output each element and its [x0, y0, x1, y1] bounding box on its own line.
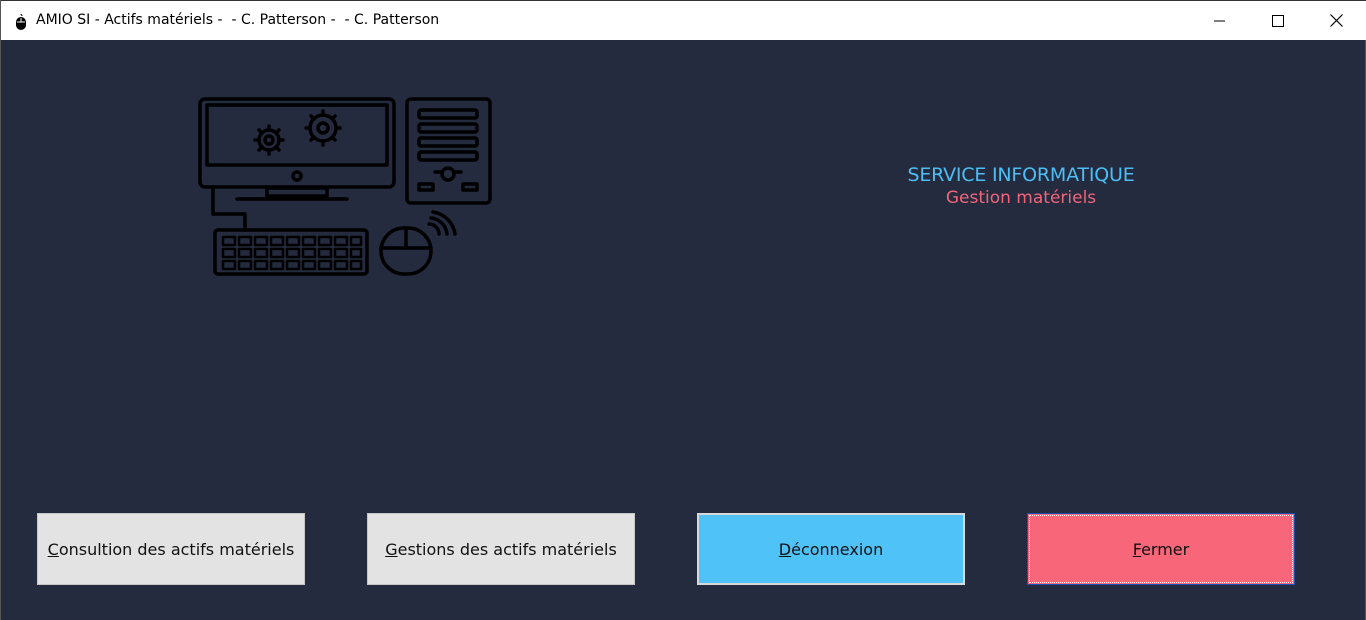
title-bar[interactable]: AMIO SI - Actifs matériels - - C. Patter…: [1, 0, 1366, 40]
gestion-button[interactable]: Gestions des actifs matériels: [367, 513, 635, 585]
minimize-icon: [1214, 20, 1225, 21]
computer-workstation-icon: [198, 97, 492, 276]
fermer-accel: F: [1132, 539, 1142, 559]
fermer-button[interactable]: Fermer: [1027, 513, 1295, 585]
consultation-label: onsultion des actifs matériels: [58, 539, 295, 559]
maximize-icon: [1272, 14, 1284, 27]
gestion-label: estions des actifs matériels: [397, 539, 617, 559]
deconnexion-button[interactable]: Déconnexion: [697, 513, 965, 585]
gestion-accel: G: [385, 539, 398, 559]
minimize-button[interactable]: [1191, 1, 1249, 40]
close-window-button[interactable]: [1307, 1, 1365, 40]
deconnexion-label: éconnexion: [791, 539, 884, 559]
consultation-accel: C: [47, 539, 59, 559]
deconnexion-accel: D: [778, 539, 792, 559]
consultation-button[interactable]: Consultion des actifs matériels: [37, 513, 305, 585]
fermer-label: ermer: [1141, 539, 1190, 559]
heading-title: SERVICE INFORMATIQUE: [907, 164, 1135, 186]
window-title: AMIO SI - Actifs matériels - - C. Patter…: [36, 12, 440, 28]
service-heading: SERVICE INFORMATIQUE Gestion matériels: [861, 164, 1181, 210]
app-window: AMIO SI - Actifs matériels - - C. Patter…: [0, 0, 1366, 620]
maximize-button[interactable]: [1249, 1, 1307, 40]
mouse-icon: [16, 13, 26, 30]
close-icon: [1329, 14, 1343, 27]
heading-subtitle: Gestion matériels: [945, 188, 1097, 208]
